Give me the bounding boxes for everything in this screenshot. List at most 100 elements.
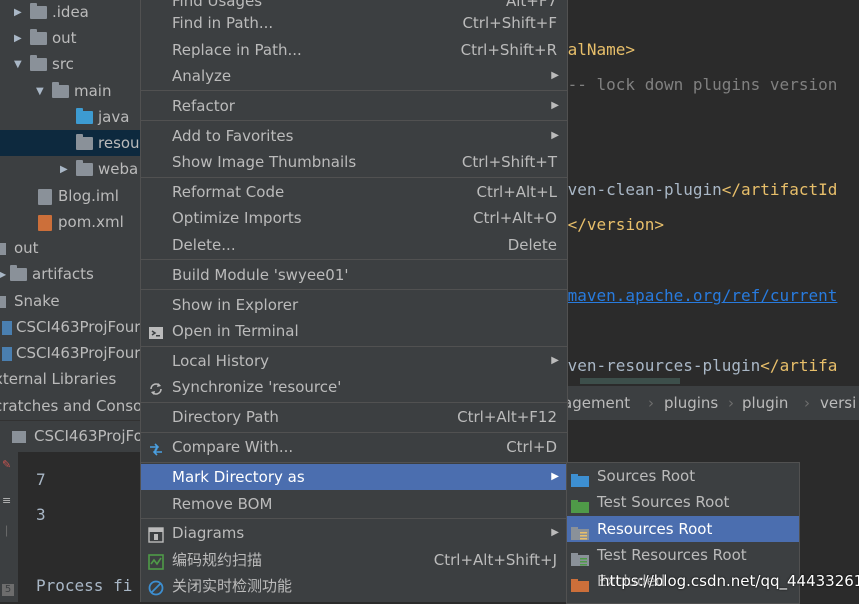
code-editor[interactable]: nalName> !-- lock down plugins version a… [558,0,859,384]
tree-item-module-1[interactable]: CSCI463ProjFour. [0,314,144,340]
breadcrumb: agement › plugins › plugin › versi [558,386,859,420]
run-toolbar: ✎ ≡ ❘ 5 [0,452,18,602]
submenu-arrow-icon: ▶ [551,355,559,366]
menu-separator [141,432,567,433]
scroll-icon[interactable]: ❘ [2,524,14,537]
folder-icon [76,134,93,150]
test-resources-folder-icon [571,548,589,566]
breadcrumb-item[interactable]: plugin [742,394,788,412]
prohibit-icon [148,578,164,596]
tree-item-module-2[interactable]: CSCI463ProjFour [0,340,140,366]
tree-item-out[interactable]: ▶ out [14,25,77,51]
chevron-right-icon[interactable]: ▶ [14,0,26,26]
run-config-icon [12,431,26,443]
code-line: 0</version> [558,215,664,234]
menu-item-mark-directory-as[interactable]: Mark Directory as ▶ [141,464,567,490]
tree-item-pom-xml[interactable]: pom.xml [34,209,124,235]
source-folder-icon [76,108,93,124]
watermark: https://blog.csdn.net/qq_44433261 [600,572,859,590]
menu-item-synchronize[interactable]: Synchronize 'resource' [141,374,567,400]
settings-icon[interactable]: 5 [2,584,14,596]
folder-icon [10,265,27,281]
menu-item-local-history[interactable]: Local History ▶ [141,348,567,374]
tree-item-blog-iml[interactable]: Blog.iml [34,183,119,209]
tree-item-resources[interactable]: resou [0,130,150,156]
menu-item-diagrams[interactable]: Diagrams ▶ [141,520,567,546]
sources-root-folder-icon [571,469,589,487]
scan-chart-icon [148,552,164,570]
run-tab-label[interactable]: CSCI463ProjFo [34,427,143,445]
menu-item-optimize-imports[interactable]: Optimize Imports Ctrl+Alt+O [141,205,567,231]
output-line: 7 [36,470,46,489]
folder-icon [76,160,93,176]
tree-item-src[interactable]: ▼ src [14,51,74,77]
menu-item-delete[interactable]: Delete... Delete [141,232,567,258]
tree-item-main[interactable]: ▼ main [36,78,111,104]
submenu-item-test-resources-root[interactable]: Test Resources Root [567,542,799,568]
menu-separator [141,259,567,260]
tree-item-external-libraries[interactable]: xternal Libraries [0,366,116,392]
menu-item-code-scan[interactable]: 编码规约扫描 Ctrl+Alt+Shift+J [141,547,567,573]
resources-folder-icon [571,522,589,540]
menu-item-remove-bom[interactable]: Remove BOM [141,491,567,517]
breadcrumb-separator: › [804,394,810,412]
menu-item-build-module[interactable]: Build Module 'swyee01' [141,262,567,288]
maven-file-icon [38,214,52,231]
module-icon [2,320,12,335]
code-line: aven-clean-plugin</artifactId [558,180,838,199]
menu-item-show-image-thumbnails[interactable]: Show Image Thumbnails Ctrl+Shift+T [141,149,567,175]
menu-item-replace-in-path[interactable]: Replace in Path... Ctrl+Shift+R [141,37,567,63]
menu-item-reformat-code[interactable]: Reformat Code Ctrl+Alt+L [141,179,567,205]
tree-item-java[interactable]: java [72,104,129,130]
horizontal-scrollbar-thumb[interactable] [580,378,680,384]
breadcrumb-item[interactable]: agement [563,394,630,412]
submenu-item-sources-root[interactable]: Sources Root [567,463,799,489]
menu-separator [141,120,567,121]
tree-item-out-root[interactable]: out [0,235,39,261]
terminal-icon [148,323,164,339]
chevron-right-icon[interactable]: ▶ [60,157,72,183]
folder-icon [0,242,6,255]
menu-separator [141,90,567,91]
tree-item-webapp[interactable]: ▶ weba [60,156,138,182]
tree-item-snake[interactable]: Snake [0,288,60,314]
menu-item-refactor[interactable]: Refactor ▶ [141,93,567,119]
submenu-arrow-icon: ▶ [551,70,559,81]
layout-icon[interactable]: ≡ [2,494,14,507]
submenu-item-test-sources-root[interactable]: Test Sources Root [567,489,799,515]
menu-separator [141,289,567,290]
code-line: aven-resources-plugin</artifa [558,356,838,375]
menu-item-compare-with[interactable]: Compare With... Ctrl+D [141,434,567,460]
folder-icon [30,29,47,45]
project-tree: ▶ .idea ▶ out ▼ src ▼ main java resou ▶ weba … [0,0,150,420]
menu-item-show-in-explorer[interactable]: Show in Explorer [141,292,567,318]
tree-item-idea[interactable]: ▶ .idea [14,0,89,25]
chevron-right-icon[interactable]: ▶ [0,262,6,288]
folder-icon [30,55,47,71]
run-output: 7 3 Process fi [18,452,143,602]
context-menu: Find Usages Alt+F7 Find in Path... Ctrl+Sh… [140,0,568,602]
menu-item-add-to-favorites[interactable]: Add to Favorites ▶ [141,123,567,149]
tree-item-artifacts[interactable]: ▶ artifacts [0,261,94,287]
breadcrumb-item[interactable]: plugins [664,394,718,412]
chevron-right-icon[interactable]: ▶ [14,26,26,52]
submenu-item-resources-root[interactable]: Resources Root [567,516,799,542]
run-panel-header: CSCI463ProjFo [0,420,150,453]
menu-separator [141,177,567,178]
chevron-down-icon[interactable]: ▼ [36,79,48,105]
excluded-folder-icon [571,574,589,592]
tree-item-scratches[interactable]: cratches and Conso [0,393,142,419]
compare-arrows-icon [148,439,164,456]
menu-item-directory-path[interactable]: Directory Path Ctrl+Alt+F12 [141,404,567,430]
sync-icon [148,379,164,395]
breadcrumb-item[interactable]: versi [820,394,856,412]
chevron-down-icon[interactable]: ▼ [14,52,26,78]
breadcrumb-separator: › [648,394,654,412]
stop-icon[interactable]: ✎ [2,458,14,471]
output-line: 3 [36,505,46,524]
diagram-icon [148,525,164,543]
menu-item-open-in-terminal[interactable]: Open in Terminal [141,318,567,344]
menu-item-find-in-path[interactable]: Find in Path... Ctrl+Shift+F [141,10,567,36]
menu-item-analyze[interactable]: Analyze ▶ [141,63,567,89]
menu-item-disable-realtime-check[interactable]: 关闭实时检测功能 [141,573,567,599]
